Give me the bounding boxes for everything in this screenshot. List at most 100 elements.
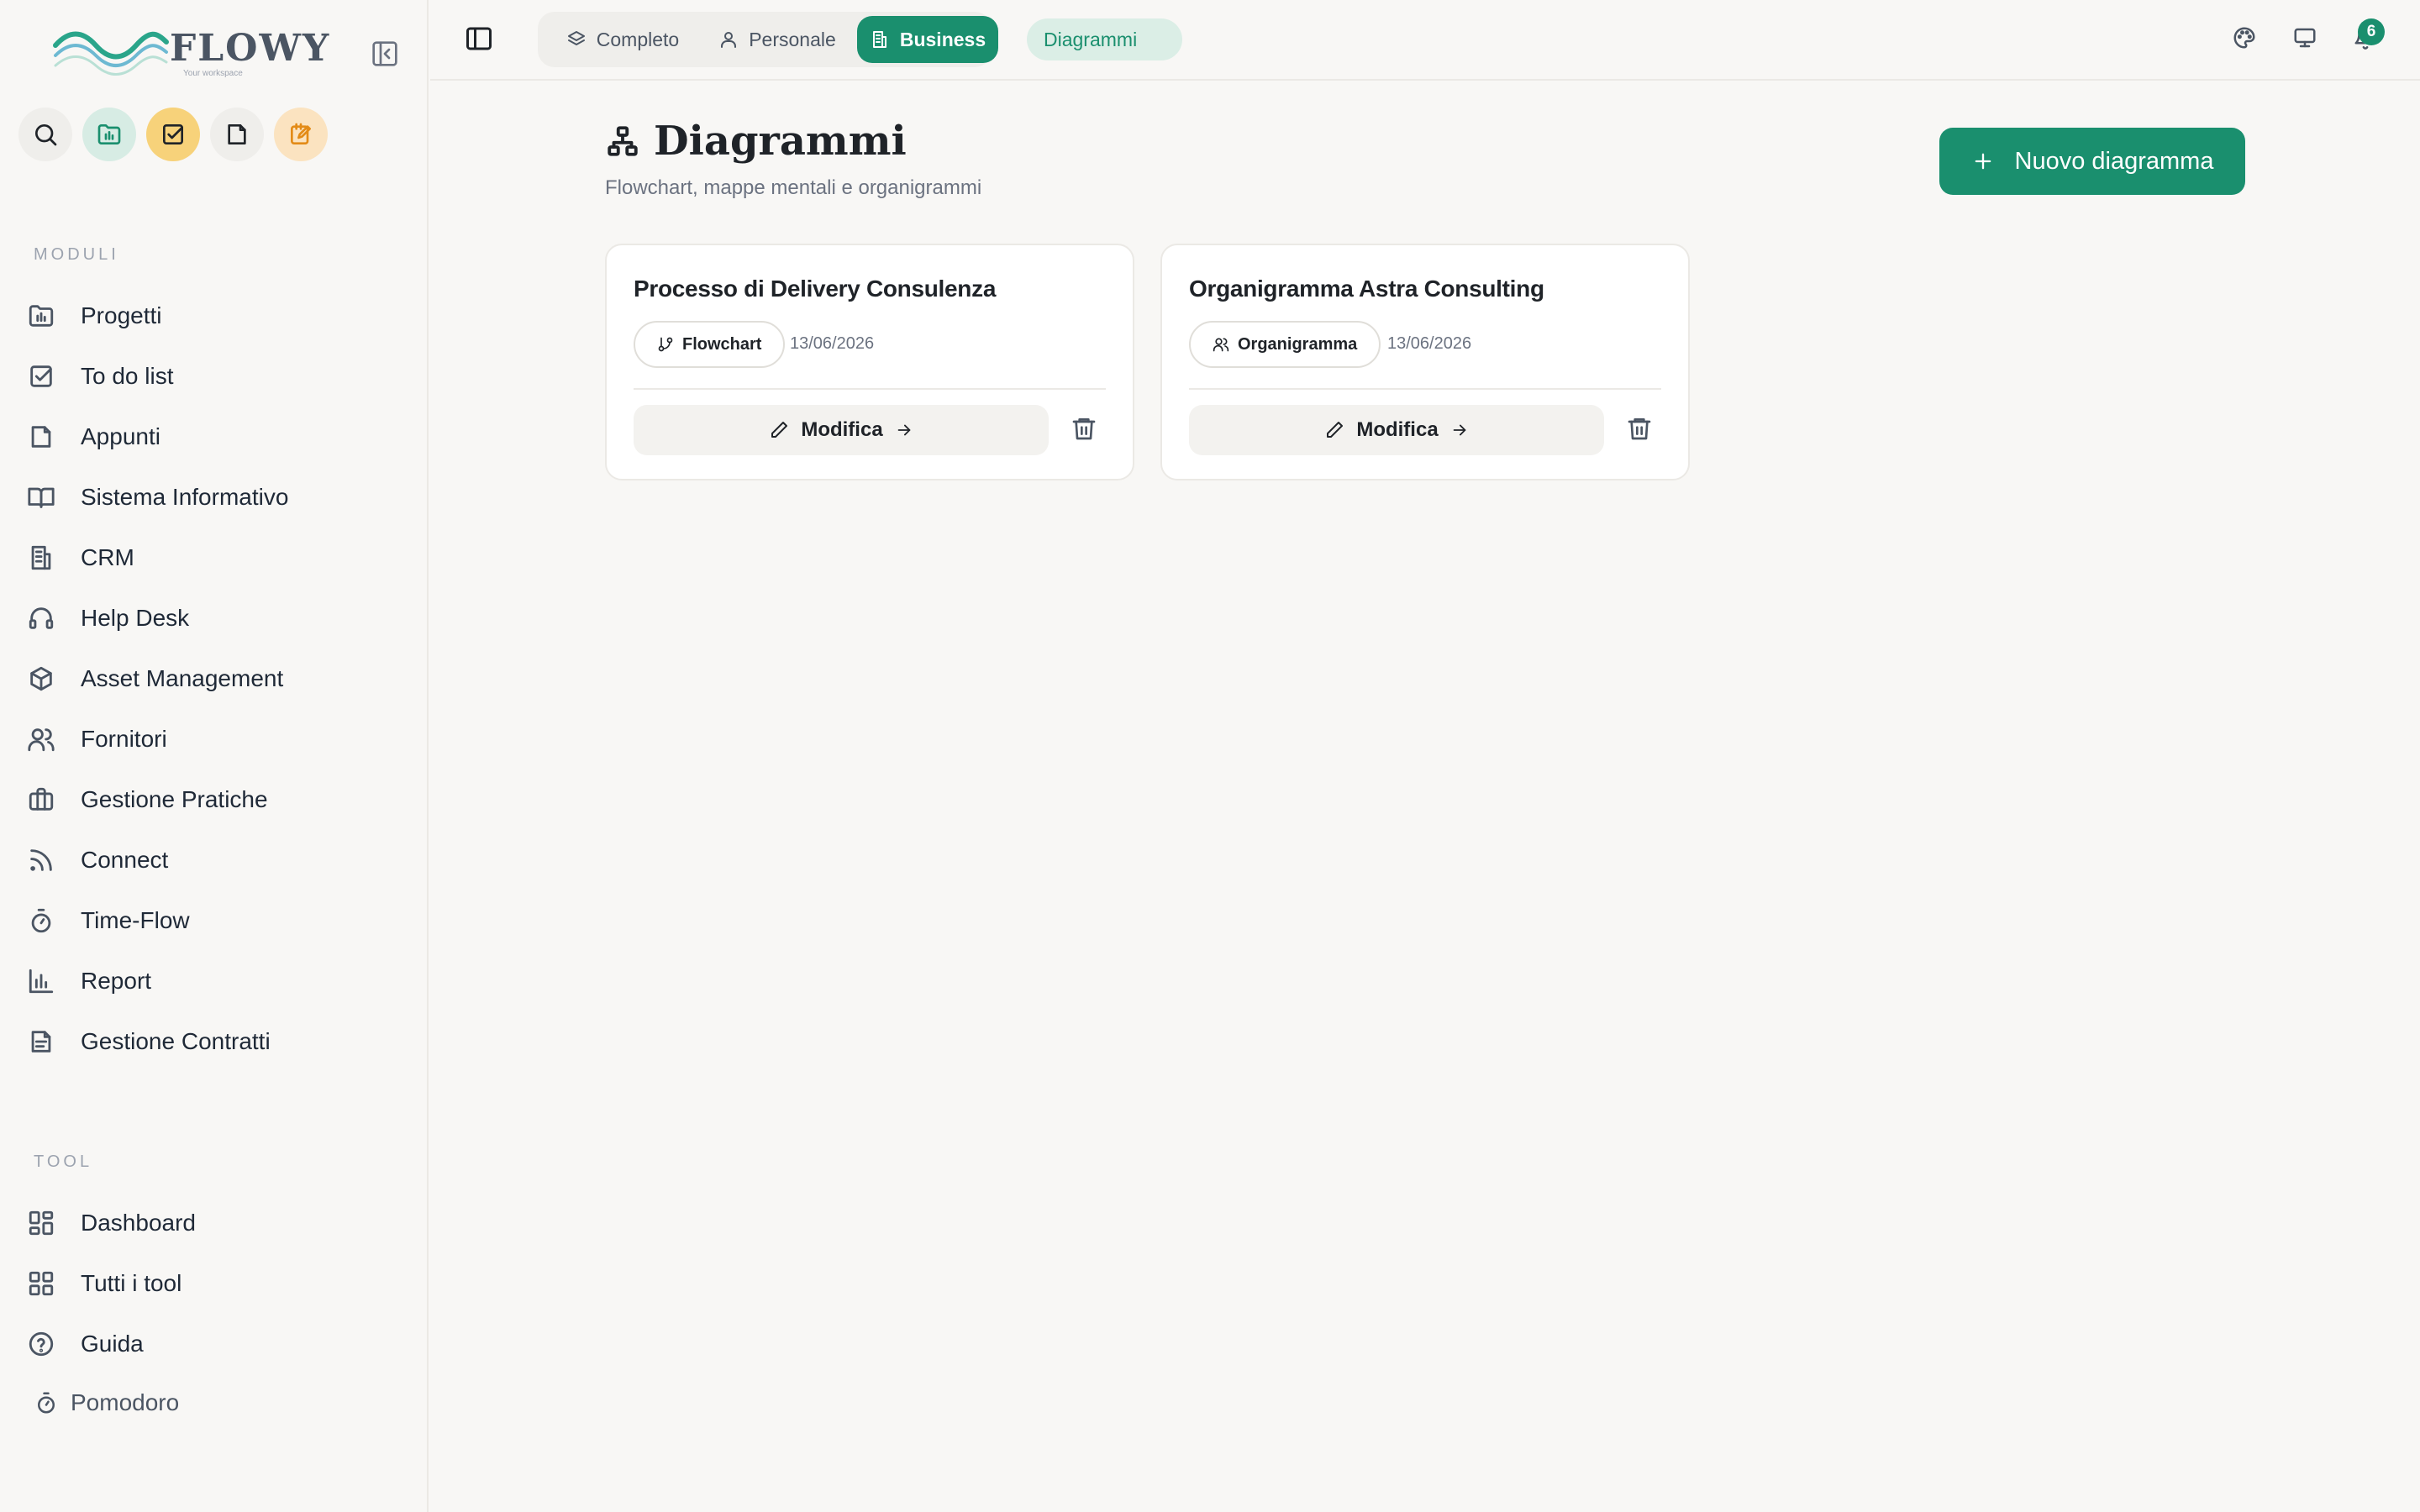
sidebar-item-gestione-contratti[interactable]: Gestione Contratti: [27, 1011, 413, 1072]
new-diagram-label: Nuovo diagramma: [2014, 147, 2214, 175]
diagram-type-badge: Flowchart: [634, 321, 786, 368]
quick-search-button[interactable]: [18, 108, 72, 161]
top-bar: Completo Personale Business Diagrammi 6: [430, 0, 2420, 81]
sidebar-item-label: Appunti: [81, 423, 160, 449]
sidebar-item-tutti-i-tool[interactable]: Tutti i tool: [27, 1253, 413, 1314]
help-circle-icon: [29, 1331, 54, 1357]
edit-diagram-button[interactable]: Modifica: [634, 405, 1049, 455]
quick-projects-button[interactable]: [82, 108, 136, 161]
trash-icon: [1072, 418, 1096, 440]
sidebar-item-label: Fornitori: [81, 726, 167, 752]
git-branch-icon: [658, 337, 673, 352]
sidebar-item-guida[interactable]: Guida: [27, 1314, 413, 1374]
diagram-type-badge: Organigramma: [1189, 321, 1381, 368]
timer-icon: [31, 908, 51, 933]
briefcase-icon: [29, 787, 54, 811]
sidebar-item-label: Report: [81, 968, 152, 994]
sidebar-item-fornitori[interactable]: Fornitori: [27, 709, 413, 769]
notification-badge: 6: [2358, 18, 2385, 45]
display-button[interactable]: [2292, 25, 2321, 54]
tab-label: Business: [899, 28, 986, 50]
toggle-sidebar-button[interactable]: [464, 24, 494, 54]
timer-icon: [38, 1392, 55, 1414]
logo-subtitle: Your workspace: [183, 69, 243, 78]
modules-section-label: MODULI: [34, 245, 119, 264]
headset-icon: [29, 607, 54, 629]
arrow-right-icon: [1453, 424, 1466, 436]
diagram-card[interactable]: Processo di Delivery Consulenza Flowchar…: [605, 244, 1134, 480]
logo-waves-icon: [53, 31, 169, 76]
theme-button[interactable]: [2232, 25, 2260, 54]
users-icon: [28, 728, 55, 752]
file-icon: [31, 426, 51, 448]
building-icon: [31, 545, 51, 570]
sidebar-item-connect[interactable]: Connect: [27, 830, 413, 890]
book-open-icon: [28, 487, 55, 508]
sidebar-item-label: To do list: [81, 363, 174, 389]
layers-icon: [567, 31, 585, 45]
sidebar-item-label: Guida: [81, 1331, 144, 1357]
sidebar-item-progetti[interactable]: Progetti: [27, 286, 413, 346]
sidebar-item-label: Gestione Pratiche: [81, 786, 268, 812]
trash-icon: [1628, 418, 1651, 440]
quick-notes-button[interactable]: [210, 108, 264, 161]
sidebar-item-help-desk[interactable]: Help Desk: [27, 588, 413, 648]
users-icon: [1213, 338, 1229, 352]
diagram-date: 13/06/2026: [1387, 334, 1472, 353]
package-icon: [30, 666, 52, 691]
page-title: Diagrammi: [654, 118, 907, 165]
workspace-switcher: Completo Personale Business: [538, 12, 998, 67]
pomodoro-button[interactable]: Pomodoro: [34, 1389, 179, 1416]
palette-icon: [2233, 27, 2255, 49]
sidebar-item-crm[interactable]: CRM: [27, 528, 413, 588]
diagram-date: 13/06/2026: [790, 334, 875, 353]
breadcrumb[interactable]: Diagrammi: [1027, 18, 1183, 60]
quick-edit-note-button[interactable]: [274, 108, 328, 161]
diagram-title: Organigramma Astra Consulting: [1189, 276, 1544, 302]
new-diagram-button[interactable]: Nuovo diagramma: [1939, 128, 2245, 195]
card-divider: [1189, 388, 1661, 390]
sidebar-item-sistema-informativo[interactable]: Sistema Informativo: [27, 467, 413, 528]
tab-label: Completo: [596, 28, 680, 50]
plus-icon: [1975, 153, 1991, 170]
tab-completo[interactable]: Completo: [551, 16, 694, 63]
sidebar-item-report[interactable]: Report: [27, 951, 413, 1011]
tab-personale[interactable]: Personale: [702, 16, 852, 63]
tab-label: Personale: [749, 28, 836, 50]
panel-left-icon: [466, 27, 492, 50]
app-logo[interactable]: FLOWY Your workspace: [52, 27, 330, 79]
sidebar-item-dashboard[interactable]: Dashboard: [27, 1193, 413, 1253]
tool-section-label: TOOL: [34, 1152, 93, 1171]
quick-todo-button[interactable]: [146, 108, 200, 161]
sidebar-item-appunti[interactable]: Appunti: [27, 407, 413, 467]
file-text-icon: [31, 1031, 51, 1053]
sidebar-item-asset-management[interactable]: Asset Management: [27, 648, 413, 709]
bar-chart-icon: [29, 969, 54, 994]
delete-diagram-button[interactable]: [1071, 415, 1101, 445]
sidebar-item-gestione-pratiche[interactable]: Gestione Pratiche: [27, 769, 413, 830]
sidebar-item-todo[interactable]: To do list: [27, 346, 413, 407]
projects-folder-icon: [97, 124, 121, 144]
todo-check-icon: [163, 124, 183, 144]
building-icon: [872, 31, 886, 48]
tab-business[interactable]: Business: [857, 16, 998, 63]
modules-nav: Progetti To do list Appunti Sistema Info…: [27, 286, 413, 1072]
grid-icon: [29, 1271, 54, 1296]
edit-label: Modifica: [1356, 418, 1439, 441]
collapse-sidebar-button[interactable]: [368, 37, 402, 71]
sidebar: FLOWY Your workspace MODULI Progetti To …: [0, 0, 429, 1512]
sidebar-item-label: Sistema Informativo: [81, 484, 289, 510]
sidebar-item-label: Progetti: [81, 302, 162, 328]
logo-text: FLOWY: [170, 27, 331, 70]
edit-diagram-button[interactable]: Modifica: [1189, 405, 1604, 455]
rss-icon: [30, 849, 52, 871]
diagram-card[interactable]: Organigramma Astra Consulting Organigram…: [1160, 244, 1690, 480]
dashboard-icon: [29, 1210, 54, 1236]
sidebar-item-time-flow[interactable]: Time-Flow: [27, 890, 413, 951]
pencil-icon: [771, 422, 788, 438]
quick-actions: [18, 108, 328, 161]
page-header: Diagrammi Flowchart, mappe mentali e org…: [605, 118, 981, 200]
arrow-right-icon: [897, 424, 911, 436]
delete-diagram-button[interactable]: [1626, 415, 1656, 445]
sidebar-item-label: Connect: [81, 847, 169, 873]
